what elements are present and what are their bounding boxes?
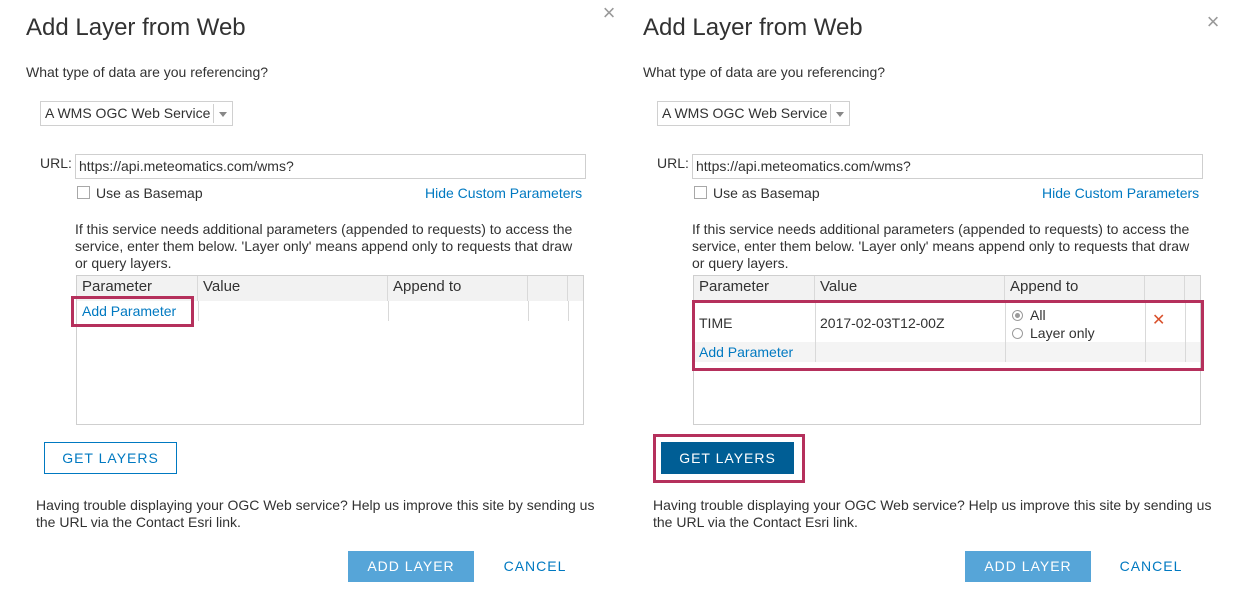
column-append-to: Append to <box>388 276 528 301</box>
parameter-value-cell[interactable]: 2017-02-03T12-00Z <box>820 315 945 331</box>
use-as-basemap[interactable]: Use as Basemap <box>694 185 820 201</box>
cancel-button[interactable]: CANCEL <box>492 551 578 582</box>
hide-custom-parameters-link[interactable]: Hide Custom Parameters <box>425 185 582 201</box>
parameters-info-text: If this service needs additional paramet… <box>692 221 1190 271</box>
dialog-title: Add Layer from Web <box>643 14 863 41</box>
data-type-question: What type of data are you referencing? <box>26 64 269 80</box>
parameter-name-cell[interactable]: TIME <box>699 315 732 331</box>
grid-divider <box>528 301 529 321</box>
append-all-option[interactable]: All <box>1012 307 1046 323</box>
column-value: Value <box>815 276 1005 301</box>
column-actions <box>1145 276 1185 301</box>
hide-custom-parameters-link[interactable]: Hide Custom Parameters <box>1042 185 1199 201</box>
use-as-basemap[interactable]: Use as Basemap <box>77 185 203 201</box>
url-input[interactable]: https://api.meteomatics.com/wms? <box>692 154 1203 179</box>
column-parameter: Parameter <box>694 276 815 301</box>
url-input[interactable]: https://api.meteomatics.com/wms? <box>75 154 586 179</box>
add-layer-dialog-left: Add Layer from Web × What type of data a… <box>0 0 617 592</box>
data-type-select[interactable]: A WMS OGC Web Service <box>40 101 233 126</box>
basemap-checkbox[interactable] <box>694 186 707 199</box>
column-append-to: Append to <box>1005 276 1145 301</box>
append-all-label: All <box>1030 307 1046 323</box>
grid-divider <box>1145 301 1146 362</box>
grid-header: Parameter Value Append to <box>694 276 1200 301</box>
remove-parameter-icon[interactable]: ✕ <box>1152 313 1165 329</box>
column-actions <box>528 276 568 301</box>
grid-divider <box>815 301 816 362</box>
basemap-label: Use as Basemap <box>713 185 820 201</box>
basemap-checkbox[interactable] <box>77 186 90 199</box>
grid-divider <box>1005 301 1006 362</box>
data-type-value: A WMS OGC Web Service <box>662 105 828 121</box>
data-type-select[interactable]: A WMS OGC Web Service <box>657 101 850 126</box>
add-layer-button[interactable]: ADD LAYER <box>348 551 474 582</box>
cancel-button[interactable]: CANCEL <box>1108 551 1194 582</box>
parameters-info-text: If this service needs additional paramet… <box>75 221 573 271</box>
help-text: Having trouble displaying your OGC Web s… <box>36 497 595 530</box>
append-layer-only-label: Layer only <box>1030 325 1095 341</box>
basemap-label: Use as Basemap <box>96 185 203 201</box>
grid-divider <box>568 301 569 321</box>
chevron-down-icon[interactable] <box>213 104 232 123</box>
parameters-grid: Parameter Value Append to Add Parameter <box>76 275 584 425</box>
radio-layer-only[interactable] <box>1012 328 1023 339</box>
url-label: URL: <box>657 155 689 171</box>
parameters-grid: Parameter Value Append to TIME 2017-02-0… <box>693 275 1201 425</box>
help-text: Having trouble displaying your OGC Web s… <box>653 497 1212 530</box>
add-parameter-link[interactable]: Add Parameter <box>699 344 793 360</box>
chevron-down-icon[interactable] <box>830 104 849 123</box>
dialog-title: Add Layer from Web <box>26 14 246 41</box>
column-value: Value <box>198 276 388 301</box>
table-row <box>694 301 1200 342</box>
column-parameter: Parameter <box>77 276 198 301</box>
grid-divider <box>1185 301 1186 362</box>
close-icon[interactable]: × <box>1202 11 1224 33</box>
append-layer-only-option[interactable]: Layer only <box>1012 325 1095 341</box>
get-layers-button[interactable]: GET LAYERS <box>44 442 177 474</box>
grid-header: Parameter Value Append to <box>77 276 583 301</box>
data-type-value: A WMS OGC Web Service <box>45 105 211 121</box>
data-type-question: What type of data are you referencing? <box>643 64 886 80</box>
add-layer-dialog-right: Add Layer from Web × What type of data a… <box>617 0 1234 592</box>
grid-divider <box>198 301 199 321</box>
url-label: URL: <box>40 155 72 171</box>
add-parameter-link[interactable]: Add Parameter <box>82 303 176 319</box>
add-layer-button[interactable]: ADD LAYER <box>965 551 1091 582</box>
grid-divider <box>388 301 389 321</box>
radio-all[interactable] <box>1012 310 1023 321</box>
get-layers-button[interactable]: GET LAYERS <box>661 442 794 474</box>
